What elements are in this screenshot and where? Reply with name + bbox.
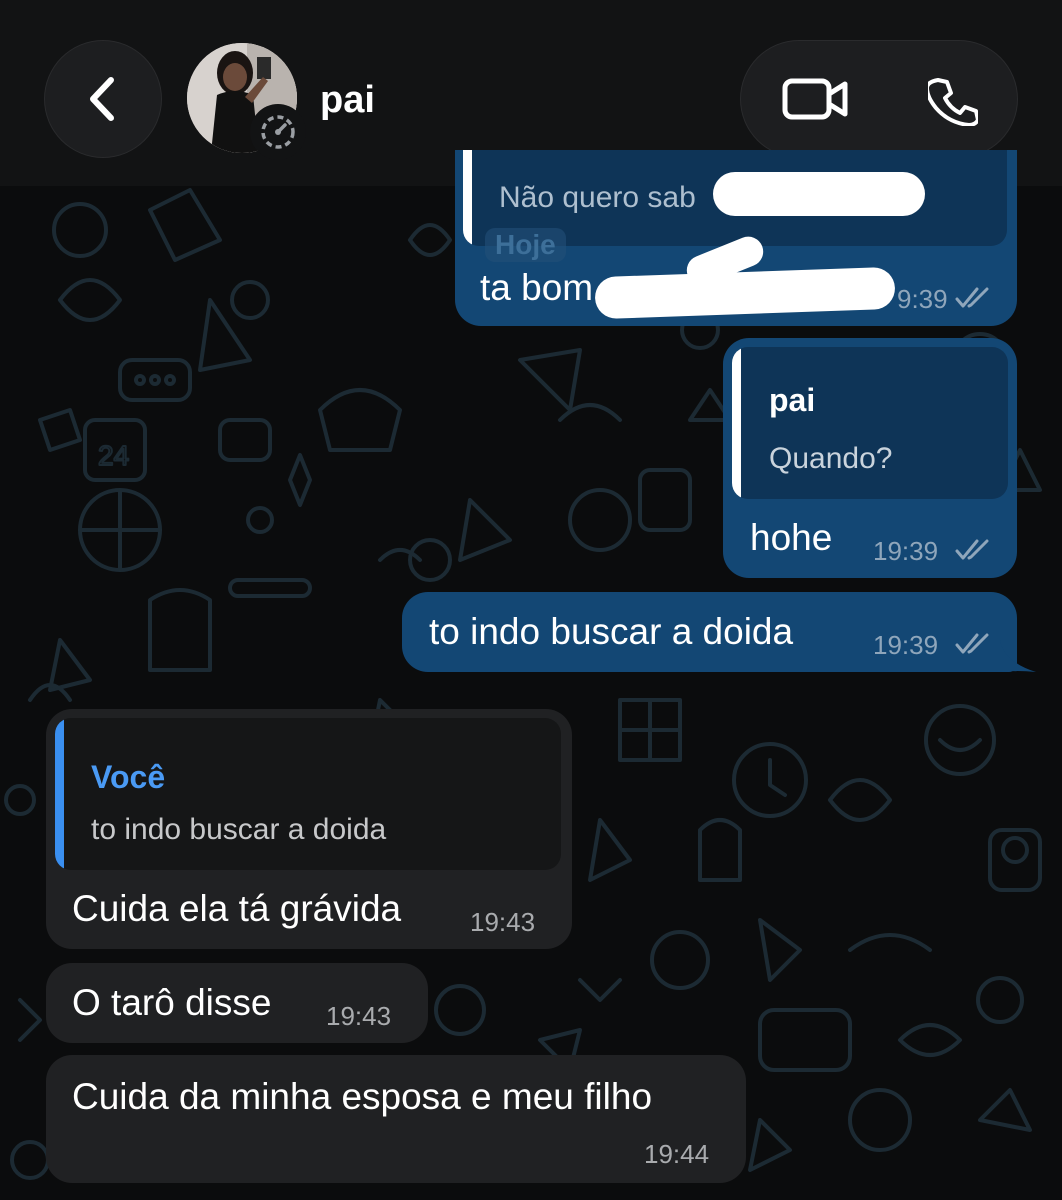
disappearing-timer-badge (250, 104, 306, 160)
message-time: 19:43 (326, 1001, 392, 1031)
quote-author: Você (91, 759, 166, 795)
date-chip: Hoje (485, 228, 566, 262)
quote-accent-bar (55, 718, 64, 870)
disappearing-timer-icon (261, 115, 295, 149)
double-check-icon (955, 287, 989, 308)
redaction-mark (713, 172, 925, 216)
quote-text: to indo buscar a doida (91, 813, 387, 846)
contact-name[interactable]: pai (320, 78, 375, 122)
video-camera-icon (782, 78, 848, 120)
quoted-message[interactable]: pai Quando? (732, 347, 1008, 499)
svg-text:24: 24 (98, 440, 129, 471)
quote-text: Não quero sab (499, 181, 696, 214)
redaction-mark (594, 266, 896, 320)
message-time: 19:44 (644, 1139, 710, 1169)
quote-text: Quando? (769, 442, 893, 475)
call-buttons (740, 40, 1018, 158)
message-text: hohe (750, 517, 833, 558)
bubble-tail (1000, 640, 1036, 672)
double-check-icon (955, 633, 989, 654)
back-button[interactable] (44, 40, 162, 158)
chevron-left-icon (90, 77, 114, 121)
message-text: Cuida ela tá grávida (72, 888, 402, 929)
quoted-message[interactable]: Você to indo buscar a doida (55, 718, 561, 870)
voice-call-button[interactable] (900, 60, 1000, 138)
phone-icon (928, 78, 978, 126)
message-bubble-outgoing[interactable]: pai Quando? hohe 19:39 (723, 338, 1017, 578)
message-time: 9:39 (897, 284, 948, 314)
message-time: 19:39 (873, 630, 939, 660)
quote-accent-bar (463, 150, 472, 246)
quote-author: pai (769, 382, 816, 418)
message-text: O tarô disse (72, 982, 272, 1023)
message-bubble-outgoing[interactable]: Não quero sab Hoje ta bom 9:39 (455, 150, 1017, 326)
message-bubble-incoming[interactable]: O tarô disse 19:43 (46, 963, 428, 1043)
message-bubble-outgoing[interactable]: to indo buscar a doida 19:39 (402, 592, 1017, 672)
video-call-button[interactable] (770, 60, 880, 138)
message-text: Cuida da minha esposa e meu filho (72, 1076, 653, 1117)
message-time: 19:39 (873, 536, 939, 566)
message-text: to indo buscar a doida (429, 611, 794, 652)
message-bubble-incoming[interactable]: Cuida da minha esposa e meu filho 19:44 (46, 1055, 746, 1183)
double-check-icon (955, 539, 989, 560)
message-text: ta bom (480, 267, 594, 308)
message-time: 19:43 (470, 907, 536, 937)
quote-accent-bar (732, 347, 741, 499)
message-bubble-incoming[interactable]: Você to indo buscar a doida Cuida ela tá… (46, 709, 572, 949)
